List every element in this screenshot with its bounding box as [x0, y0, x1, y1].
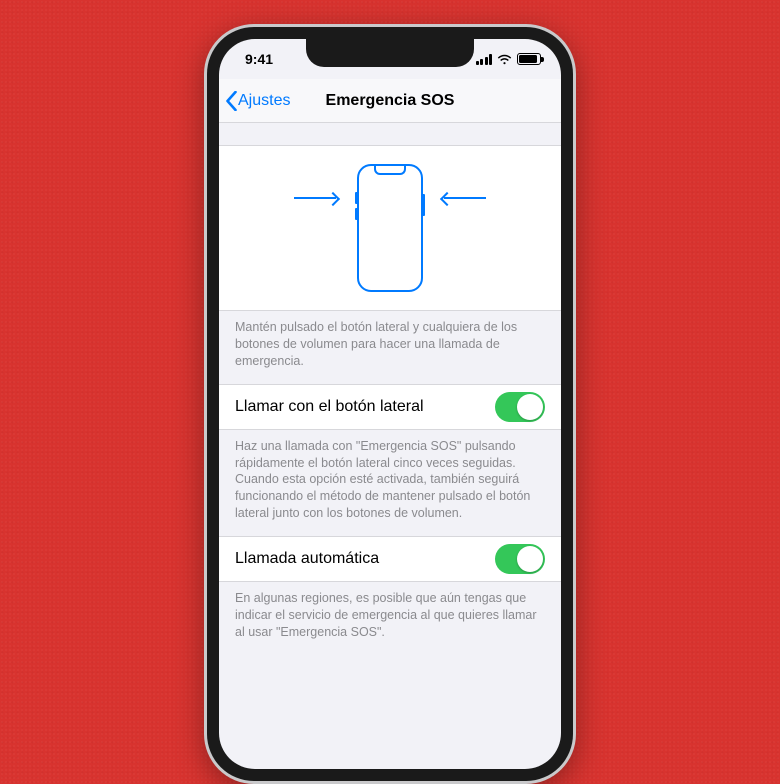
call-with-side-button-switch[interactable]	[495, 392, 545, 422]
wifi-icon	[497, 54, 512, 65]
status-time: 9:41	[245, 51, 305, 67]
cellular-signal-icon	[476, 54, 493, 65]
auto-call-switch[interactable]	[495, 544, 545, 574]
content: Mantén pulsado el botón lateral y cualqu…	[219, 145, 561, 655]
cell-label: Llamar con el botón lateral	[235, 398, 424, 416]
arrow-left-icon	[294, 197, 336, 199]
phone-outline-icon	[357, 164, 423, 292]
page-title: Emergencia SOS	[326, 92, 455, 110]
cell-label: Llamada automática	[235, 550, 379, 568]
notch	[306, 39, 474, 67]
chevron-left-icon	[225, 91, 238, 111]
iphone-bezel: 9:41 Ajustes Emergencia SOS	[207, 27, 573, 781]
battery-icon	[517, 53, 541, 65]
illustration-footer: Mantén pulsado el botón lateral y cualqu…	[219, 311, 561, 384]
sos-illustration	[290, 163, 490, 293]
auto-call-footer: En algunas regiones, es posible que aún …	[219, 582, 561, 655]
back-label: Ajustes	[238, 92, 290, 110]
navigation-bar: Ajustes Emergencia SOS	[219, 79, 561, 123]
illustration-block	[219, 145, 561, 311]
arrow-right-icon	[444, 197, 486, 199]
iphone-frame: 9:41 Ajustes Emergencia SOS	[204, 24, 576, 784]
auto-call-cell[interactable]: Llamada automática	[219, 536, 561, 582]
call-with-side-button-footer: Haz una llamada con "Emergencia SOS" pul…	[219, 430, 561, 536]
call-with-side-button-cell[interactable]: Llamar con el botón lateral	[219, 384, 561, 430]
screen: 9:41 Ajustes Emergencia SOS	[219, 39, 561, 769]
back-button[interactable]: Ajustes	[225, 79, 290, 123]
